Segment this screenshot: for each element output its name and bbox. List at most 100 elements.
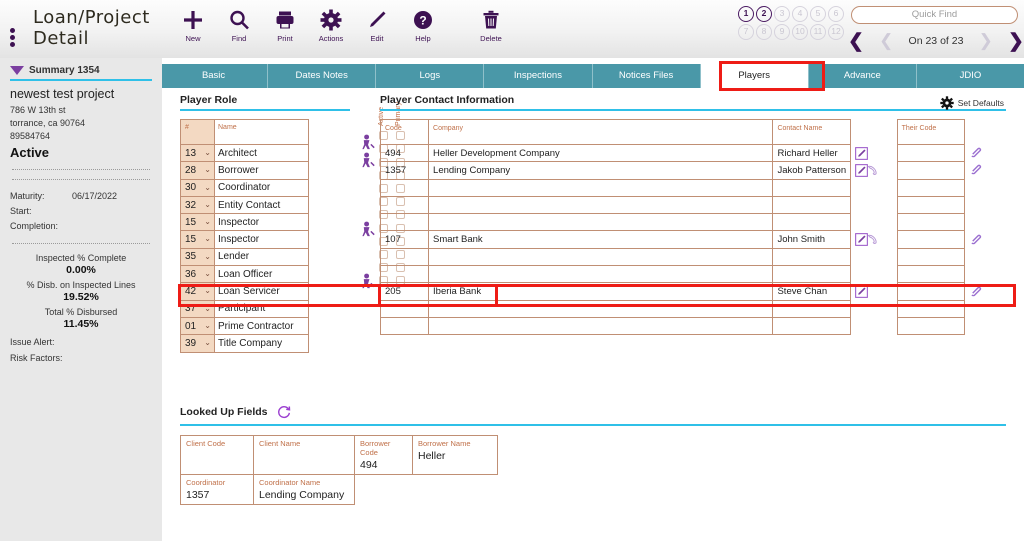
coordinator-cell[interactable]: Coordinator 1357 [180, 474, 254, 505]
role-num-cell[interactable]: 15 ⌄ [180, 213, 215, 232]
paperclip-icon[interactable] [969, 165, 984, 176]
table-row[interactable]: 01 ⌄ Prime Contractor [180, 316, 309, 336]
page-dot-2[interactable]: 2 [756, 6, 772, 22]
table-row[interactable] [379, 316, 1006, 336]
edit-contact-icon[interactable] [855, 285, 869, 298]
summary-header[interactable]: Summary 1354 [10, 58, 152, 76]
table-row[interactable]: 15 ⌄ Inspector [180, 230, 309, 249]
collapse-caret-icon[interactable] [10, 66, 24, 75]
client-name-cell[interactable]: Client Name [253, 435, 355, 475]
new-button[interactable]: New [170, 6, 216, 52]
page-dot-7[interactable]: 7 [738, 24, 754, 40]
person-icon-slot[interactable] [360, 151, 377, 168]
phone-icon[interactable] [866, 233, 879, 246]
table-row[interactable]: 30 ⌄ Coordinator [180, 178, 309, 197]
their-code[interactable] [896, 178, 966, 197]
contact-name[interactable]: John Smith [772, 230, 852, 249]
table-row[interactable] [379, 299, 1006, 318]
page-dot-6[interactable]: 6 [828, 6, 844, 22]
contact-code[interactable] [379, 316, 430, 336]
their-code[interactable] [896, 230, 966, 249]
tab-jdio[interactable]: JDIO [917, 64, 1024, 88]
table-row[interactable]: 42 ⌄ Loan Servicer [180, 282, 309, 301]
chevron-down-icon[interactable]: ⌄ [204, 321, 211, 330]
page-dot-10[interactable]: 10 [792, 24, 808, 40]
set-defaults-button[interactable]: Set Defaults [940, 94, 1004, 112]
table-row[interactable]: 494 Heller Development Company Richard H… [379, 143, 1006, 163]
table-row[interactable]: 35 ⌄ Lender [180, 247, 309, 267]
their-code[interactable] [896, 247, 966, 267]
edit-contact-icon[interactable] [855, 146, 869, 160]
contact-code[interactable]: 205 [379, 282, 430, 301]
page-dot-3[interactable]: 3 [774, 6, 790, 22]
help-button[interactable]: ? Help [400, 6, 446, 52]
page-dot-12[interactable]: 12 [828, 24, 844, 40]
table-row[interactable]: 28 ⌄ Borrower [180, 161, 309, 180]
tab-notices-files[interactable]: Notices Files [593, 64, 701, 88]
their-code[interactable] [896, 213, 966, 232]
table-row[interactable] [379, 195, 1006, 215]
print-button[interactable]: Print [262, 6, 308, 52]
tab-dates-notes[interactable]: Dates Notes [268, 64, 377, 88]
role-num-cell[interactable]: 32 ⌄ [180, 195, 215, 215]
table-row[interactable] [379, 265, 1006, 284]
role-num-cell[interactable]: 35 ⌄ [180, 247, 215, 267]
contact-name[interactable] [772, 195, 852, 215]
borrower-code-cell[interactable]: Borrower Code 494 [354, 435, 413, 475]
quick-find-input[interactable]: Quick Find [851, 6, 1018, 24]
page-dot-1[interactable]: 1 [738, 6, 754, 22]
contact-company[interactable] [428, 247, 774, 267]
their-code[interactable] [896, 299, 966, 318]
tab-advance[interactable]: Advance [809, 64, 917, 88]
actions-button[interactable]: Actions [308, 6, 354, 52]
chevron-down-icon[interactable]: ⌄ [204, 200, 211, 209]
contact-name[interactable] [772, 247, 852, 267]
last-record-button[interactable]: ❯ [1008, 30, 1024, 53]
table-row[interactable] [379, 178, 1006, 197]
table-row[interactable]: 15 ⌄ Inspector [180, 213, 309, 232]
paperclip-icon[interactable] [969, 234, 984, 245]
contact-name[interactable] [772, 178, 852, 197]
tab-basic[interactable]: Basic [160, 64, 269, 88]
role-num-cell[interactable]: 36 ⌄ [180, 265, 215, 284]
contact-code[interactable] [379, 178, 430, 197]
contact-company[interactable] [428, 178, 774, 197]
role-num-cell[interactable]: 42 ⌄ [180, 282, 215, 301]
chevron-down-icon[interactable]: ⌄ [204, 286, 211, 295]
contact-code[interactable] [379, 195, 430, 215]
table-row[interactable]: 107 Smart Bank John Smith [379, 230, 1006, 249]
client-code-cell[interactable]: Client Code [180, 435, 254, 475]
their-code[interactable] [896, 161, 966, 180]
contact-company[interactable]: Lending Company [428, 161, 774, 180]
page-dot-4[interactable]: 4 [792, 6, 808, 22]
page-dot-8[interactable]: 8 [756, 24, 772, 40]
contact-code[interactable] [379, 299, 430, 318]
their-code[interactable] [896, 282, 966, 301]
coordinator-name-cell[interactable]: Coordinator Name Lending Company [253, 474, 355, 505]
contact-company[interactable] [428, 213, 774, 232]
table-row-participant[interactable]: 205 Iberia Bank Steve Chan [379, 282, 1006, 301]
contact-name[interactable]: Richard Heller [772, 143, 852, 163]
chevron-down-icon[interactable]: ⌄ [204, 234, 211, 243]
their-code[interactable] [896, 195, 966, 215]
contact-company[interactable] [428, 195, 774, 215]
contact-name[interactable] [772, 213, 852, 232]
contact-code[interactable] [379, 265, 430, 284]
tab-players[interactable]: Players [700, 64, 809, 88]
role-num-cell[interactable]: 39 ⌄ [180, 334, 215, 353]
role-num-cell[interactable]: 15 ⌄ [180, 230, 215, 249]
chevron-down-icon[interactable]: ⌄ [204, 269, 211, 278]
role-num-cell[interactable]: 28 ⌄ [180, 161, 215, 180]
contact-name[interactable] [772, 299, 852, 318]
page-dot-9[interactable]: 9 [774, 24, 790, 40]
contact-name[interactable] [772, 316, 852, 336]
next-record-button[interactable]: ❯ [979, 31, 993, 51]
table-row[interactable]: 36 ⌄ Loan Officer [180, 265, 309, 284]
contact-company[interactable] [428, 265, 774, 284]
contact-code[interactable]: 107 [379, 230, 430, 249]
table-row[interactable] [379, 213, 1006, 232]
find-button[interactable]: Find [216, 6, 262, 52]
borrower-name-cell[interactable]: Borrower Name Heller [412, 435, 498, 475]
their-code[interactable] [896, 143, 966, 163]
page-dot-11[interactable]: 11 [810, 24, 826, 40]
